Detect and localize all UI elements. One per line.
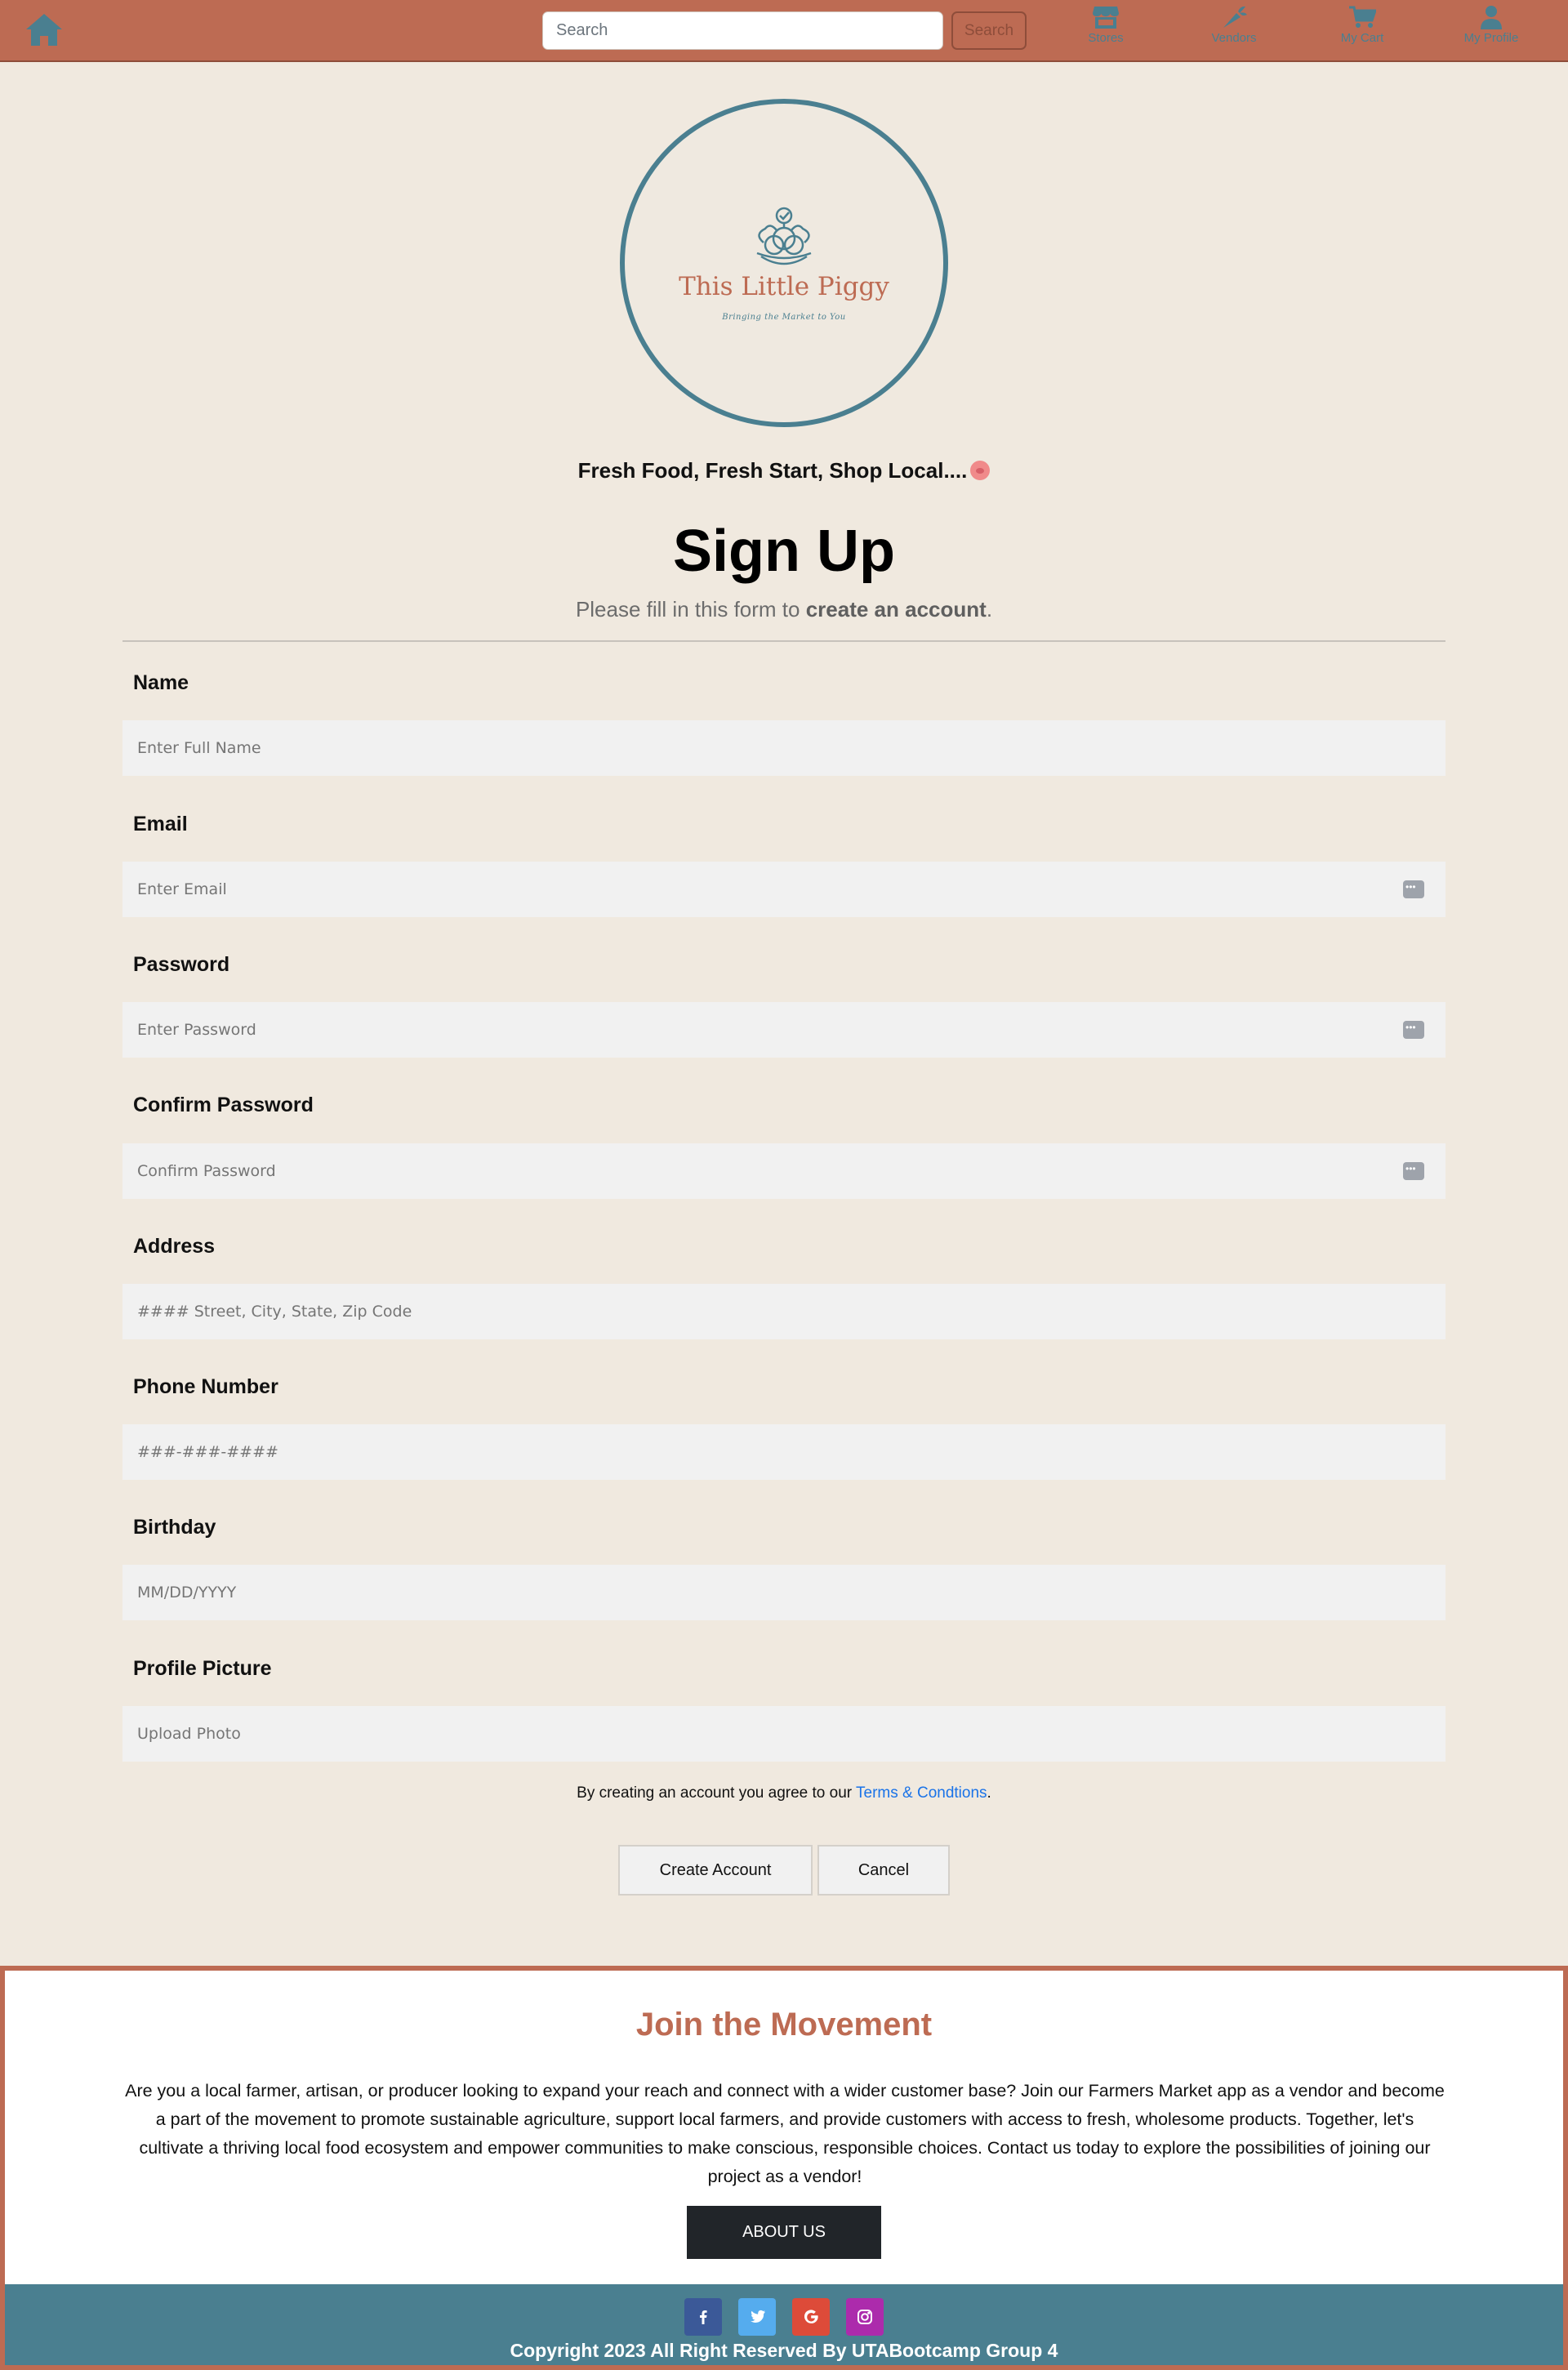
- twitter-icon[interactable]: [738, 2298, 776, 2336]
- terms-notice: By creating an account you agree to our …: [577, 1784, 991, 1802]
- footer: Join the Movement Are you a local farmer…: [0, 1966, 1568, 2370]
- brand-logo: This Little Piggy Bringing the Market to…: [620, 99, 948, 427]
- password-manager-icon[interactable]: [1403, 1021, 1424, 1039]
- footer-bar: Copyright 2023 All Right Reserved By UTA…: [5, 2284, 1563, 2365]
- tagline: Fresh Food, Fresh Start, Shop Local....: [0, 458, 1568, 483]
- store-icon: [1057, 5, 1155, 29]
- nav-cart[interactable]: My Cart: [1313, 5, 1411, 54]
- search-input[interactable]: [542, 11, 943, 50]
- birthday-input[interactable]: [122, 1565, 1446, 1620]
- cancel-button[interactable]: Cancel: [817, 1845, 950, 1896]
- confirm-password-input[interactable]: [122, 1143, 1446, 1199]
- carrot-icon: [1185, 5, 1283, 29]
- pig-face-icon: [970, 461, 991, 480]
- email-input[interactable]: [122, 862, 1446, 917]
- divider: [122, 640, 1446, 642]
- address-label: Address: [133, 1235, 216, 1258]
- home-icon[interactable]: [24, 11, 64, 49]
- nav-vendors[interactable]: Vendors: [1185, 5, 1283, 54]
- logo-title: This Little Piggy: [679, 272, 889, 301]
- join-text: Are you a local farmer, artisan, or prod…: [125, 2081, 1445, 2186]
- copyright: Copyright 2023 All Right Reserved By UTA…: [510, 2340, 1058, 2361]
- cart-icon: [1313, 5, 1411, 29]
- logo-subtitle: Bringing the Market to You: [722, 313, 846, 322]
- page-title: Sign Up: [673, 519, 895, 584]
- search-button[interactable]: Search: [951, 11, 1027, 50]
- tagline-text: Fresh Food, Fresh Start, Shop Local....: [577, 458, 968, 483]
- confirm-password-label: Confirm Password: [133, 1094, 314, 1116]
- password-label: Password: [133, 953, 230, 976]
- fruit-basket-icon: [739, 206, 829, 275]
- facebook-icon[interactable]: [684, 2298, 722, 2336]
- user-icon: [1442, 5, 1540, 29]
- profile-picture-label: Profile Picture: [133, 1657, 272, 1680]
- address-input[interactable]: [122, 1284, 1446, 1339]
- phone-input[interactable]: [122, 1424, 1446, 1480]
- instagram-icon[interactable]: [846, 2298, 884, 2336]
- name-input[interactable]: [122, 720, 1446, 776]
- form-subtitle: Please fill in this form to create an ac…: [575, 597, 993, 621]
- nav-vendors-label: Vendors: [1211, 31, 1257, 45]
- create-account-button[interactable]: Create Account: [618, 1845, 813, 1896]
- birthday-label: Birthday: [133, 1516, 216, 1539]
- navbar: Search Stores Vendors My Cart My Profile: [0, 0, 1568, 62]
- nav-stores-label: Stores: [1088, 31, 1124, 45]
- password-input[interactable]: [122, 1002, 1446, 1058]
- terms-link[interactable]: Terms & Condtions: [856, 1784, 987, 1802]
- password-manager-icon[interactable]: [1403, 1162, 1424, 1180]
- nav-profile-label: My Profile: [1463, 31, 1519, 45]
- join-title: Join the Movement: [635, 2007, 933, 2043]
- nav-cart-label: My Cart: [1340, 31, 1384, 45]
- nav-stores[interactable]: Stores: [1057, 5, 1155, 54]
- google-icon[interactable]: [792, 2298, 830, 2336]
- about-us-button[interactable]: ABOUT US: [687, 2206, 881, 2259]
- nav-profile[interactable]: My Profile: [1442, 5, 1540, 54]
- profile-picture-input[interactable]: [122, 1706, 1446, 1762]
- email-label: Email: [133, 813, 188, 835]
- phone-label: Phone Number: [133, 1375, 278, 1398]
- name-label: Name: [133, 671, 189, 694]
- password-manager-icon[interactable]: [1403, 880, 1424, 898]
